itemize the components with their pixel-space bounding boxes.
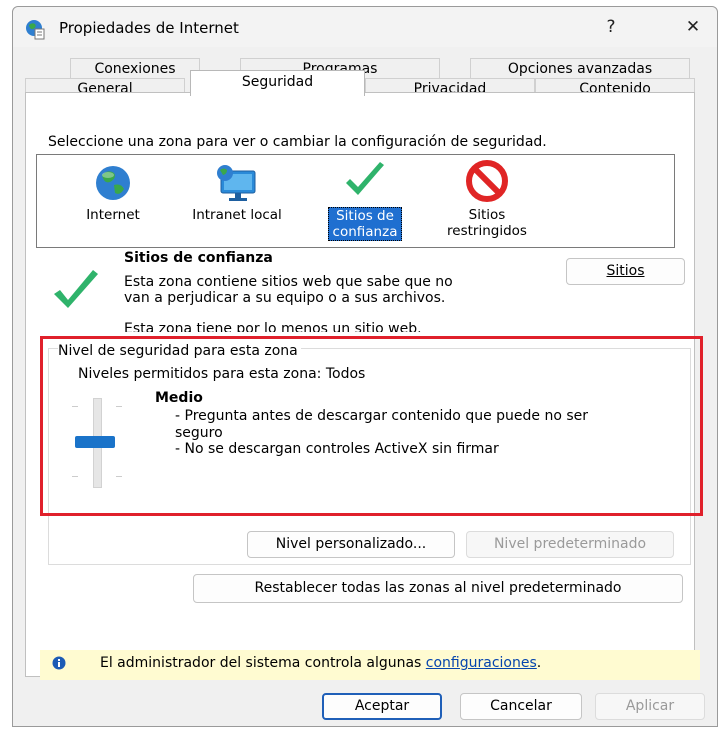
zone-trusted-label-line2: confianza [332, 224, 398, 240]
internet-options-icon [26, 20, 45, 40]
zone-restricted[interactable]: Sitios restringidos [432, 159, 542, 239]
allowed-levels-text: Niveles permitidos para esta zona: Todos [78, 366, 366, 382]
zone-internet-label: Internet [86, 207, 140, 223]
slider-tick [72, 406, 78, 407]
zone-internet[interactable]: Internet [65, 163, 161, 223]
level-desc-line2: seguro [175, 425, 223, 441]
zone-trusted-label: Sitios de confianza [327, 207, 403, 241]
highlight-box [40, 336, 703, 516]
level-desc-line1: - Pregunta antes de descargar contenido … [175, 408, 589, 424]
level-desc-line3: - No se descargan controles ActiveX sin … [175, 441, 499, 457]
zone-note: Esta zona tiene por lo menos un sitio we… [124, 321, 422, 332]
zone-intranet-label: Intranet local [192, 207, 282, 223]
zone-restricted-label-line1: Sitios [468, 207, 506, 223]
help-button[interactable]: ? [591, 13, 631, 41]
zone-title: Sitios de confianza [124, 250, 273, 266]
zone-instruction: Seleccione una zona para ver o cambiar l… [48, 134, 547, 150]
zone-intranet[interactable]: Intranet local [177, 163, 297, 223]
custom-level-button[interactable]: Nivel personalizado... [247, 531, 455, 558]
info-icon [52, 656, 66, 670]
intranet-monitor-icon [217, 165, 256, 201]
admin-notice-text: El administrador del sistema controla al… [100, 655, 422, 671]
cancel-button[interactable]: Cancelar [460, 693, 582, 720]
zone-desc-line2: van a perjudicar a su equipo o a sus arc… [124, 290, 446, 306]
title-bar: Propiedades de Internet ? ✕ [13, 7, 717, 47]
security-level-group-label: Nivel de seguridad para esta zona [58, 343, 301, 359]
zone-trusted-label-line1: Sitios de [336, 208, 394, 224]
admin-notice: El administrador del sistema controla al… [100, 655, 541, 671]
sites-button-label: Sitios [606, 263, 645, 279]
zone-list: Internet Intranet local Sitios de confia… [36, 154, 675, 248]
slider-thumb[interactable] [75, 436, 115, 448]
security-level-slider[interactable] [72, 394, 124, 490]
apply-button[interactable]: Aplicar [595, 693, 705, 720]
level-name: Medio [155, 390, 203, 406]
globe-icon [96, 166, 130, 200]
admin-settings-link[interactable]: configuraciones [426, 655, 537, 671]
slider-tick [116, 476, 122, 477]
admin-notice-end: . [536, 655, 542, 671]
zone-desc-line1: Esta zona contiene sitios web que sabe q… [124, 274, 453, 290]
zone-trusted[interactable]: Sitios de confianza [320, 159, 410, 241]
slider-tick [72, 476, 78, 477]
sites-button[interactable]: Sitios [566, 258, 685, 285]
trusted-zone-large-checkmark-icon [54, 270, 98, 308]
close-button[interactable]: ✕ [673, 13, 713, 41]
slider-tick [116, 406, 122, 407]
zone-restricted-label-line2: restringidos [447, 223, 527, 239]
default-level-button[interactable]: Nivel predeterminado [466, 531, 674, 558]
tab-opciones-avanzadas[interactable]: Opciones avanzadas [470, 58, 690, 78]
trusted-checkmark-icon [346, 162, 384, 195]
ok-button[interactable]: Aceptar [322, 693, 442, 720]
tab-conexiones[interactable]: Conexiones [70, 58, 200, 78]
window-title: Propiedades de Internet [59, 19, 239, 37]
restricted-icon [466, 160, 508, 202]
reset-all-zones-button[interactable]: Restablecer todas las zonas al nivel pre… [193, 574, 683, 603]
tab-seguridad[interactable]: Seguridad [190, 70, 365, 96]
